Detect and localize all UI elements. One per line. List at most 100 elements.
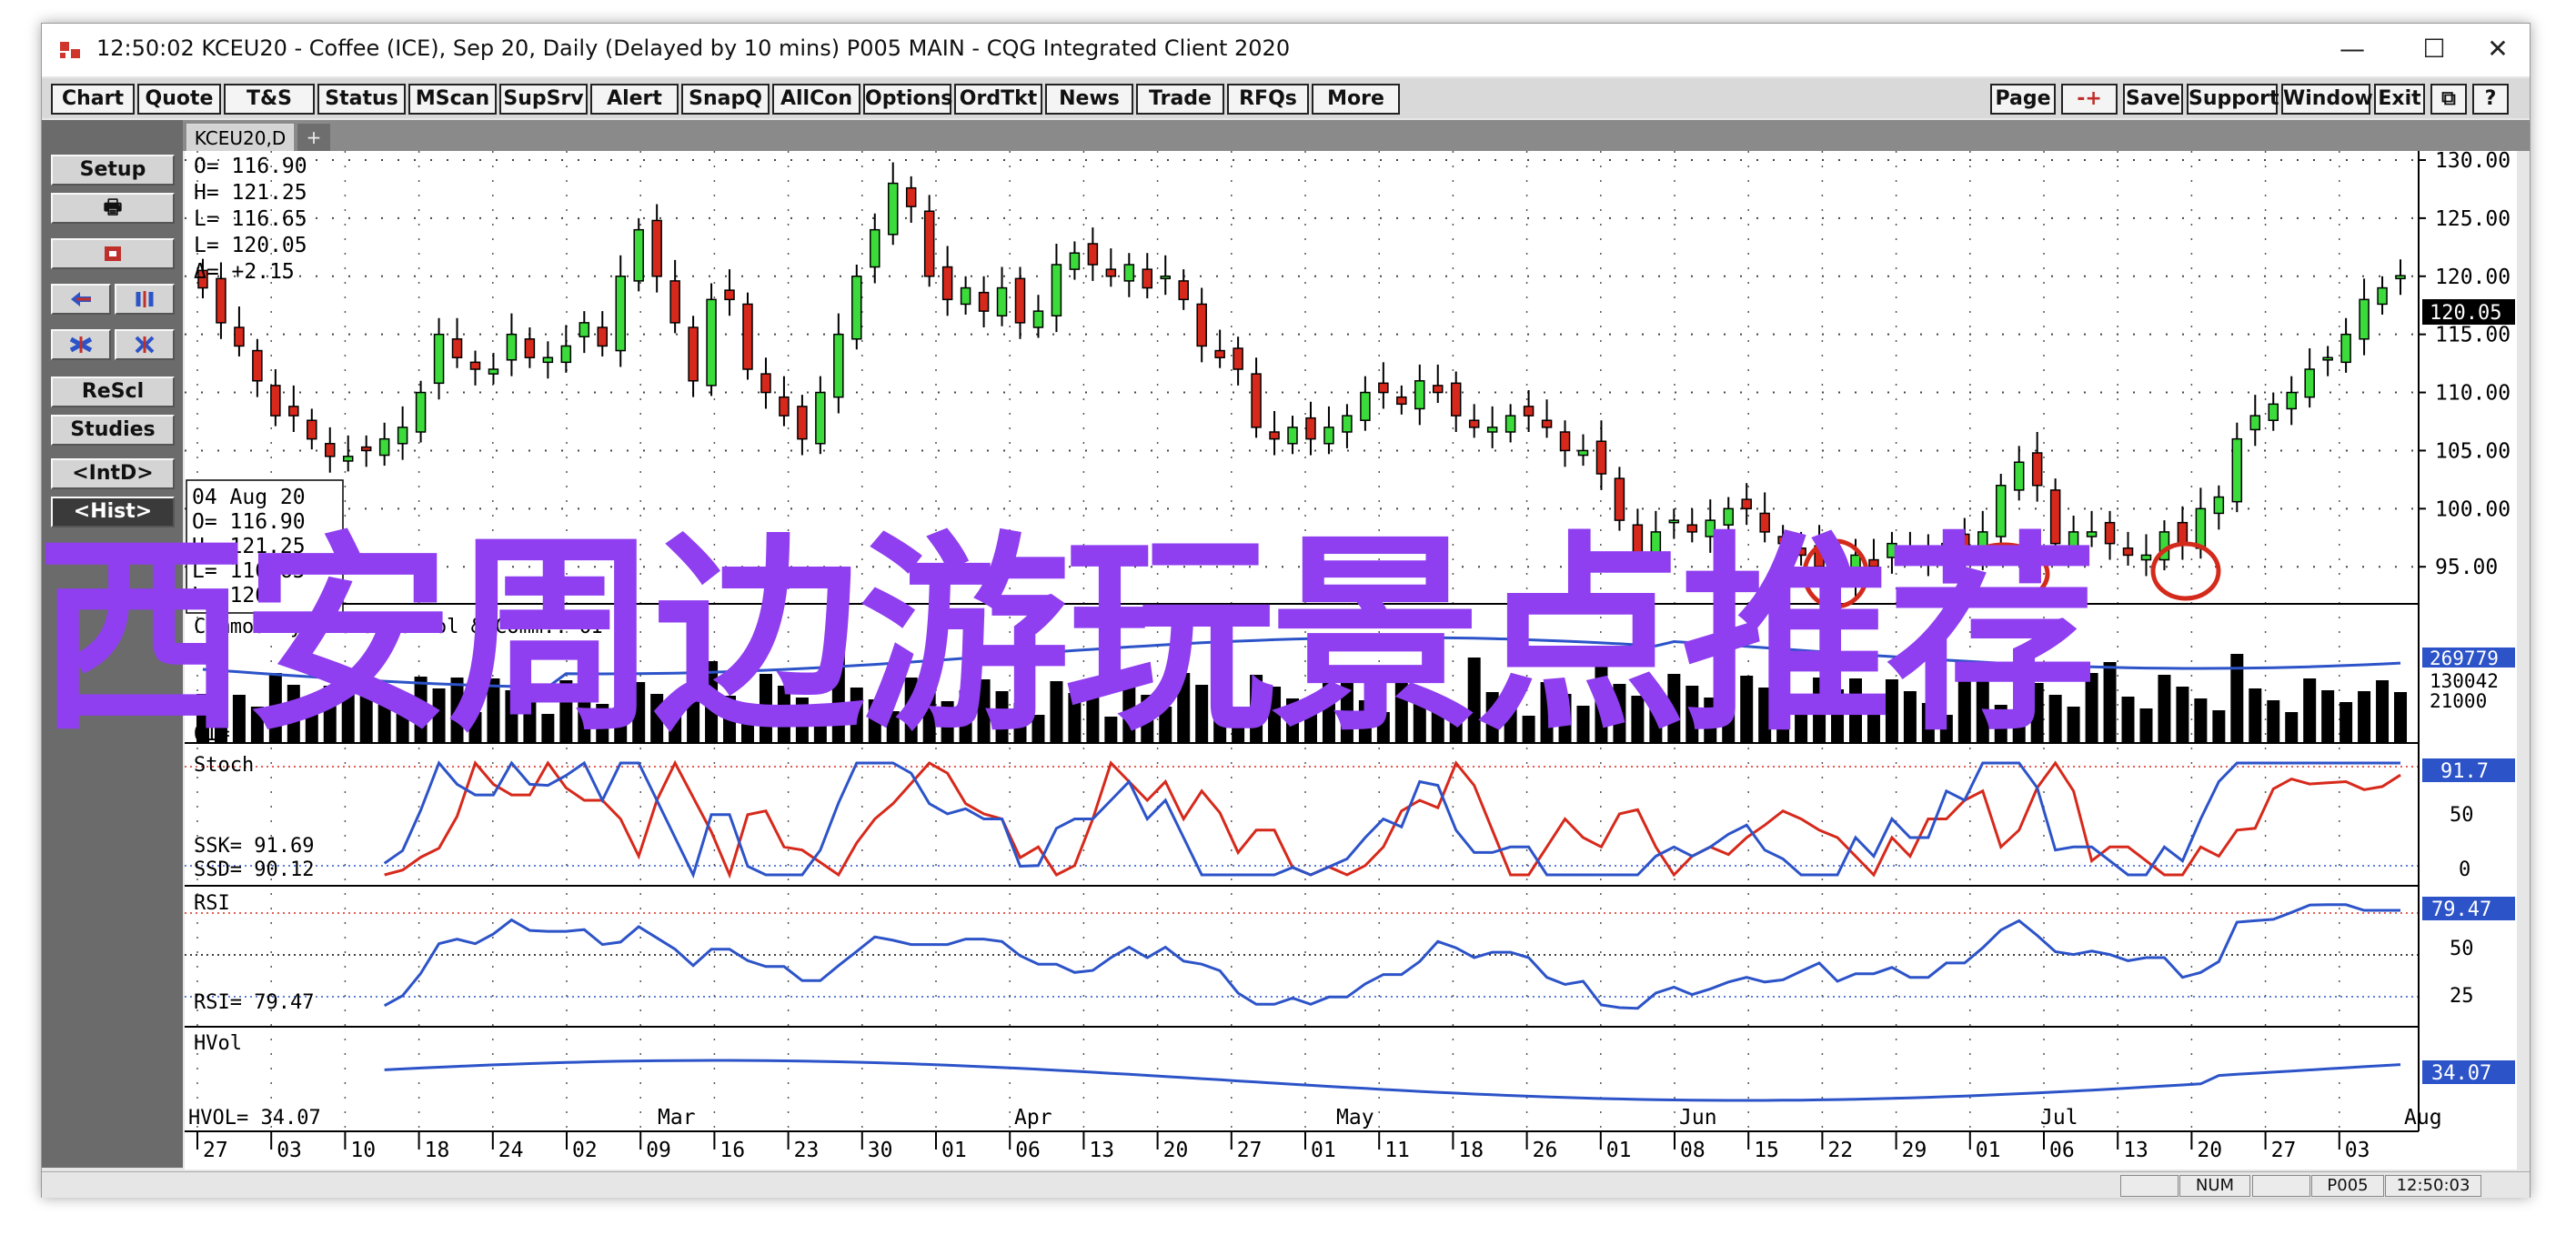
price-tick-label: 105.00	[2435, 439, 2511, 463]
candle-body	[1269, 431, 1280, 440]
candle-body	[270, 385, 281, 417]
tab-kceu20[interactable]: KCEU20,D	[186, 124, 294, 153]
candle-body	[234, 326, 245, 347]
last-price-label: 120.05	[2430, 302, 2501, 325]
date-tick-label: 11	[1384, 1139, 1410, 1162]
print-icon[interactable]: 🖶	[51, 193, 175, 224]
status-clock: 12:50:03	[2385, 1175, 2481, 1197]
candle-body	[506, 333, 518, 361]
setup-button[interactable]: Setup	[51, 155, 175, 186]
candle-body	[1396, 396, 1407, 406]
delta-readout: Δ= +2.15	[194, 260, 295, 284]
ssd-readout: SSD= 90.12	[194, 858, 314, 881]
support-button[interactable]: Support	[2187, 84, 2279, 115]
candle-body	[760, 373, 771, 394]
price-tick-label: 120.00	[2435, 266, 2511, 289]
menu-ts-button[interactable]: T&S	[224, 84, 315, 115]
candle-body	[1069, 252, 1081, 270]
menu-trade-button[interactable]: Trade	[1136, 84, 1224, 115]
candle-body	[415, 391, 427, 433]
scroll-left-icon[interactable]	[51, 284, 111, 315]
candle-body	[905, 186, 917, 207]
scroll-right-icon[interactable]	[115, 284, 175, 315]
menu-allcon-button[interactable]: AllCon	[772, 84, 860, 115]
date-tick-label: 22	[1827, 1139, 1853, 1162]
zoom-out-icon[interactable]	[115, 329, 175, 360]
zoom-button[interactable]: -+	[2061, 84, 2118, 115]
candle-body	[2340, 333, 2351, 364]
candle-body	[560, 345, 572, 364]
candle-body	[615, 276, 626, 352]
date-tick-label: 20	[2197, 1139, 2222, 1162]
date-tick-label: 18	[425, 1139, 450, 1162]
candle-body	[488, 368, 499, 375]
candle-body	[216, 277, 226, 324]
menu-mscan-button[interactable]: MScan	[408, 84, 497, 115]
date-tick-label: 02	[572, 1139, 598, 1162]
title-bar: 12:50:02 KCEU20 - Coffee (ICE), Sep 20, …	[42, 24, 2530, 76]
candle-body	[1433, 385, 1444, 394]
restore-icon[interactable]: ⧉	[2430, 84, 2467, 115]
rsi-readout: RSI= 79.47	[194, 991, 314, 1014]
candle-body	[597, 326, 609, 347]
zoom-in-icon[interactable]	[51, 329, 111, 360]
candle-body	[1105, 268, 1117, 277]
studies-button[interactable]: Studies	[51, 415, 175, 446]
menu-supsrv-button[interactable]: SupSrv	[499, 84, 588, 115]
candle-body	[724, 289, 735, 301]
low-readout: L= 116.65	[194, 207, 307, 231]
minimize-icon[interactable]: —	[2311, 29, 2393, 69]
save-button[interactable]: Save	[2123, 84, 2183, 115]
menu-news-button[interactable]: News	[1045, 84, 1133, 115]
intraday-button[interactable]: <IntD>	[51, 458, 175, 489]
menu-quote-button[interactable]: Quote	[137, 84, 221, 115]
candle-body	[815, 391, 826, 445]
candle-body	[669, 280, 680, 324]
month-label: Jul	[2040, 1106, 2078, 1130]
menu-status-button[interactable]: Status	[317, 84, 406, 115]
candle-body	[342, 456, 354, 462]
candle-body	[1233, 347, 1243, 370]
exit-button[interactable]: Exit	[2374, 84, 2425, 115]
menu-more-button[interactable]: More	[1312, 84, 1400, 115]
date-tick-label: 01	[1606, 1139, 1632, 1162]
help-icon[interactable]: ?	[2472, 84, 2509, 115]
candle-body	[325, 443, 336, 457]
close-icon[interactable]: ✕	[2457, 29, 2539, 69]
menu-snapq-button[interactable]: SnapQ	[681, 84, 770, 115]
candle-body	[1378, 382, 1389, 394]
cursor-icon[interactable]	[51, 238, 175, 269]
candle-body	[2031, 452, 2043, 487]
month-label: Jun	[1679, 1106, 1717, 1130]
date-tick-label: 29	[1902, 1139, 1927, 1162]
date-tick-label: 03	[2345, 1139, 2370, 1162]
menu-ordtkt-button[interactable]: OrdTkt	[954, 84, 1042, 115]
add-tab-icon[interactable]: +	[297, 124, 330, 151]
month-label: Apr	[1014, 1106, 1052, 1130]
date-tick-label: 26	[1533, 1139, 1558, 1162]
candle-body	[307, 419, 317, 440]
overlay-caption: 西安周边游玩景点推荐	[36, 514, 2098, 759]
candle-body	[1342, 415, 1353, 433]
menu-rfqs-button[interactable]: RFQs	[1227, 84, 1309, 115]
candle-body	[360, 446, 372, 452]
menu-chart-button[interactable]: Chart	[51, 84, 135, 115]
candle-body	[2013, 461, 2025, 491]
candle-body	[688, 326, 699, 382]
date-tick-label: 09	[646, 1139, 671, 1162]
menu-alert-button[interactable]: Alert	[590, 84, 679, 115]
rescale-button[interactable]: ReScl	[51, 377, 175, 407]
candle-body	[2395, 275, 2406, 280]
window-button[interactable]: Window	[2281, 84, 2373, 115]
last-readout: L= 120.05	[194, 234, 307, 257]
candle-body	[1123, 264, 1135, 282]
candle-body	[996, 286, 1008, 316]
candle-body	[651, 219, 662, 277]
candle-body	[433, 333, 445, 385]
candle-body	[2377, 286, 2388, 306]
page-button[interactable]: Page	[1990, 84, 2056, 115]
menu-options-button[interactable]: Options	[863, 84, 952, 115]
toolbar: Chart Quote T&S Status MScan SupSrv Aler…	[42, 78, 2530, 118]
candle-body	[2286, 391, 2297, 410]
candle-body	[887, 182, 899, 236]
